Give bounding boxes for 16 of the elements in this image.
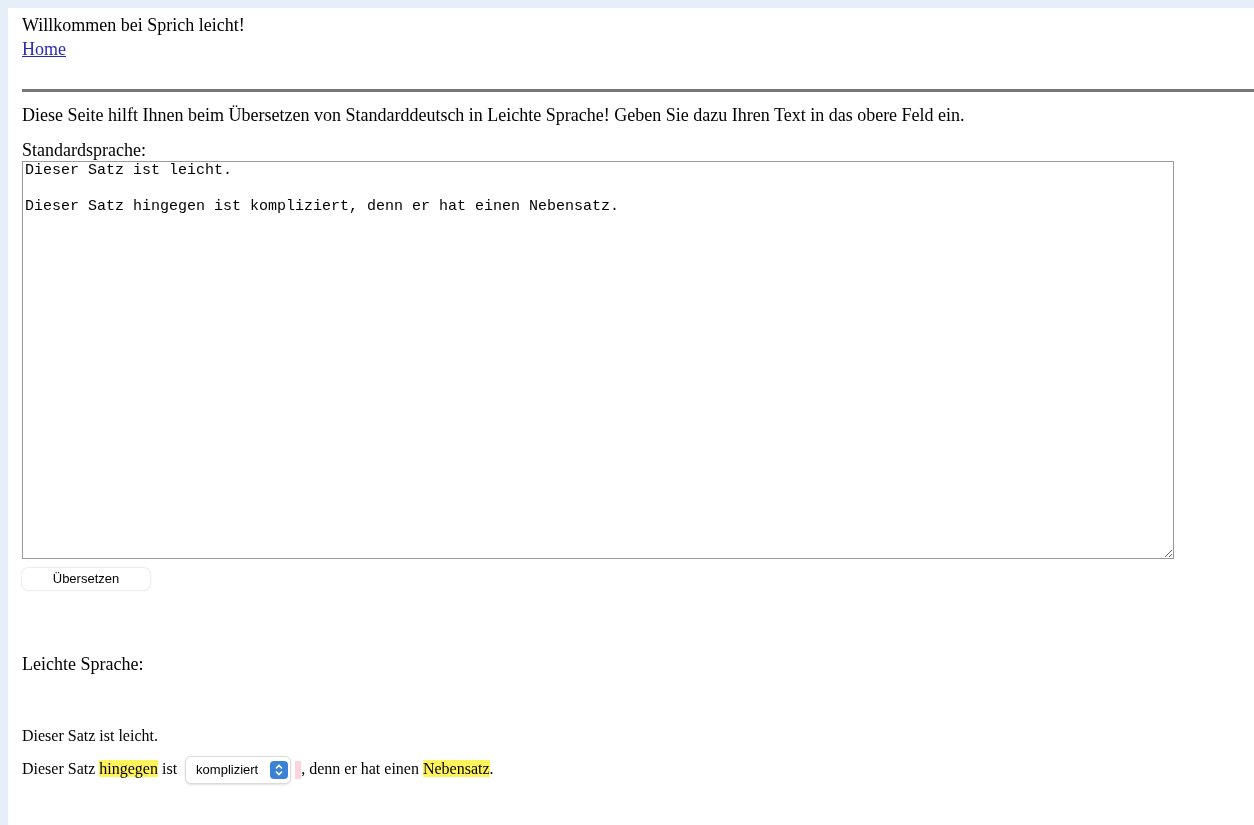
word-choice-dropdown[interactable]: kompliziert <box>185 756 292 785</box>
home-link[interactable]: Home <box>22 38 66 60</box>
highlighted-word: hingegen <box>99 759 158 777</box>
translate-button[interactable]: Übersetzen <box>22 568 150 590</box>
output-label: Leichte Sprache: <box>22 653 145 676</box>
welcome-title: Willkommen bei Sprich leicht! <box>22 14 246 36</box>
input-field[interactable]: Dieser Satz ist leicht. Dieser Satz hingegen ist kompliziert, denn er hat einen Nebensatz. <box>22 161 1174 559</box>
sentence-text: ist <box>160 759 179 777</box>
sentence-text: . <box>489 759 494 777</box>
sentence-text: Dieser Satz ist leicht. <box>22 727 158 745</box>
highlighted-word: Nebensatz <box>422 759 490 777</box>
stepper-icon <box>270 761 289 780</box>
intro-text: Diese Seite hilft Ihnen beim Übersetzen von Standarddeutsch in Leichte Sprache! Geben Sie dazu Ihren Text in das obere Feld ein. <box>22 104 966 126</box>
sentence-text: , denn er hat einen <box>301 759 420 777</box>
sentence-text: Dieser Satz <box>22 759 97 777</box>
input-label: Standardsprache: <box>22 139 147 161</box>
